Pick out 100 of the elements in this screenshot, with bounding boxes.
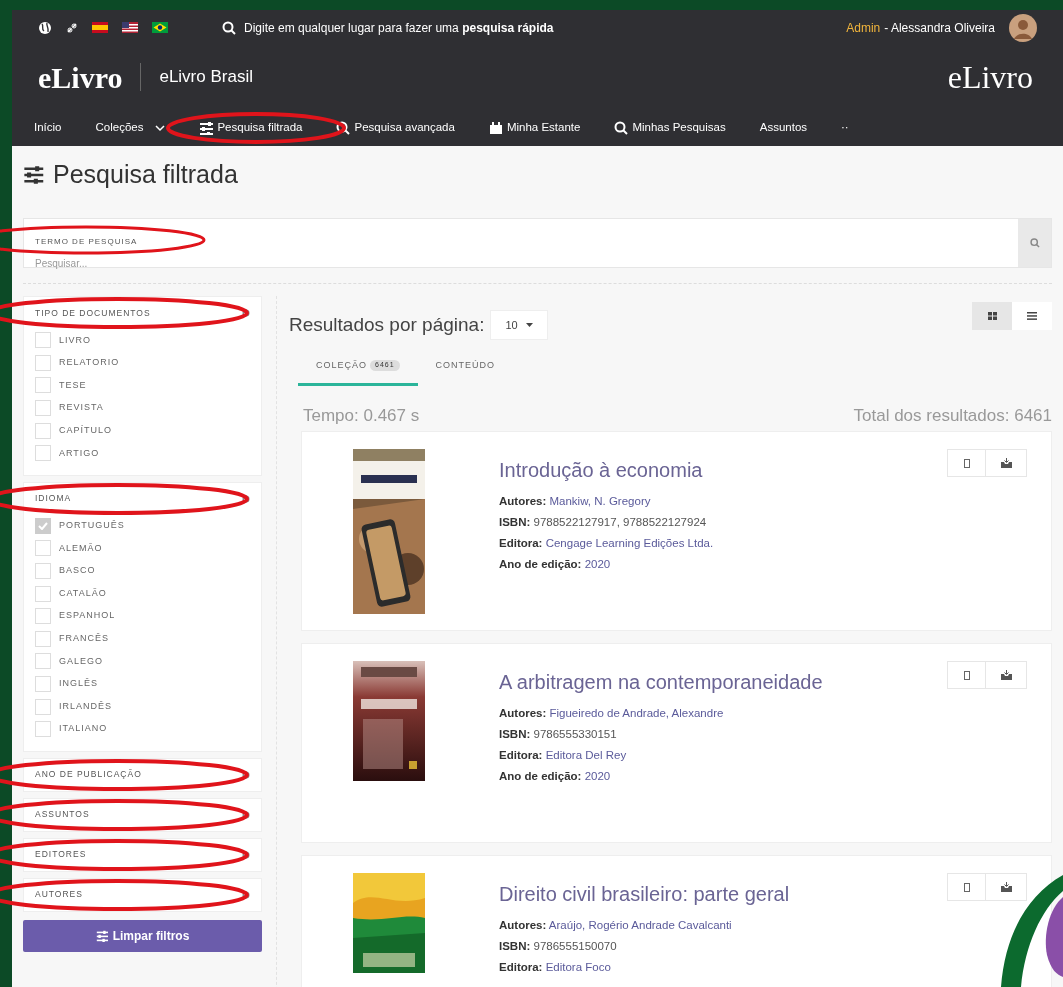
clear-filters-button[interactable]: Limpar filtros: [23, 919, 262, 952]
book-field: Autores: Mankiw, N. Gregory: [499, 491, 947, 512]
book-field: ISBN: 9786555150070: [499, 936, 947, 957]
inbox-icon: [1000, 882, 1012, 892]
option-label: IRLANDÊS: [59, 699, 112, 713]
option-label: REVISTA: [59, 401, 104, 415]
filter-title[interactable]: IDIOMA: [35, 492, 72, 505]
checkbox[interactable]: [35, 698, 51, 715]
globe-icon: [38, 20, 52, 35]
nav-link[interactable]: Início: [34, 118, 62, 137]
book-field: ISBN: 9788522127917, 9788522127924: [499, 512, 947, 533]
checkbox[interactable]: [35, 400, 51, 417]
list-icon: [1027, 312, 1037, 320]
check-icon: [38, 521, 48, 530]
checkbox[interactable]: [35, 445, 51, 462]
results-total: Total dos resultados: 6461: [853, 404, 1052, 427]
filter-title[interactable]: AUTORES: [35, 888, 83, 901]
option-label: LIVRO: [59, 333, 91, 347]
option-label: ARTIGO: [59, 446, 100, 460]
site-logo[interactable]: eLivro: [38, 54, 123, 100]
checkbox[interactable]: [35, 354, 51, 371]
spain-flag-icon: [92, 22, 108, 33]
option-label: ESPANHOL: [59, 609, 116, 623]
chevron-down-icon: [155, 123, 166, 132]
filter-title[interactable]: EDITORES: [35, 848, 87, 861]
option-label: CATALÃO: [59, 586, 107, 600]
book-field: Autores: Figueiredo de Andrade, Alexandre: [499, 703, 947, 724]
per-page-dropdown[interactable]: 10: [490, 310, 548, 340]
checkbox[interactable]: [35, 377, 51, 394]
option-label: RELATORIO: [59, 356, 120, 370]
book-field: Editora: Cengage Learning Edições Ltda.: [499, 533, 947, 554]
nav-link[interactable]: Minhas Pesquisas: [614, 118, 726, 137]
sliders-icon: [95, 929, 109, 942]
option-label: GALEGO: [59, 654, 103, 668]
checkbox[interactable]: [35, 721, 51, 738]
caret-icon: [525, 323, 533, 327]
book-field: ISBN: 9786555330151: [499, 724, 947, 745]
checkbox[interactable]: [35, 332, 51, 349]
book-field: Ano de edição: 2020: [499, 554, 947, 575]
grid-icon: [987, 312, 997, 320]
book-field: Ano de edição: 2020: [499, 766, 947, 787]
option-label: BASCO: [59, 564, 96, 578]
user-name[interactable]: - Alessandra Oliveira: [884, 18, 995, 37]
search-icon: [222, 20, 236, 35]
link-icon: [66, 21, 78, 34]
tablet-icon: [963, 458, 970, 468]
checkbox[interactable]: [35, 422, 51, 439]
nav-link[interactable]: Pesquisa avançada: [336, 118, 455, 137]
list-view-button[interactable]: [1012, 302, 1052, 330]
nav-link[interactable]: Assuntos: [759, 118, 808, 137]
sliders-icon: [199, 120, 214, 135]
tablet-icon: [963, 670, 970, 680]
checkbox[interactable]: [35, 653, 51, 670]
nav-link[interactable]: Coleções: [95, 118, 166, 137]
checkbox[interactable]: [35, 563, 51, 580]
search-icon: [336, 120, 351, 135]
shelf-icon: [488, 120, 503, 135]
checkbox[interactable]: [35, 540, 51, 557]
grid-view-button[interactable]: [972, 302, 1012, 330]
inbox-icon: [1000, 670, 1012, 680]
search-button[interactable]: [1018, 219, 1051, 267]
checkbox[interactable]: [35, 608, 51, 625]
option-label: INGLÊS: [59, 677, 98, 691]
option-label: FRANCÊS: [59, 632, 109, 646]
book-title[interactable]: A arbitragem na contemporaneidade: [499, 667, 947, 697]
book-field: Autores: Araújo, Rogério Andrade Cavalcanti: [499, 915, 947, 936]
search-icon: [614, 120, 629, 135]
inbox-icon: [1000, 458, 1012, 468]
book-field: Editora: Editora Foco: [499, 957, 947, 978]
brand-logo: eLivro: [947, 58, 1033, 97]
filter-title[interactable]: ANO DE PUBLICAÇÃO: [35, 768, 142, 781]
book-title[interactable]: Direito civil brasileiro: parte geral: [499, 879, 947, 909]
option-label: TESE: [59, 378, 87, 392]
page-title: Pesquisa filtrada: [53, 159, 238, 191]
filter-title[interactable]: ASSUNTOS: [35, 808, 90, 821]
nav-link[interactable]: Minha Estante: [488, 118, 581, 137]
avatar-icon: [1009, 13, 1037, 42]
checkbox[interactable]: [35, 630, 51, 647]
site-name: eLivro Brasil: [159, 66, 253, 89]
checkbox[interactable]: [35, 585, 51, 602]
option-label: PORTUGUÊS: [59, 519, 125, 533]
search-icon: [1029, 238, 1040, 248]
tab[interactable]: CONTEÚDO: [417, 348, 514, 386]
checkbox[interactable]: [35, 517, 51, 534]
search-field[interactable]: TERMO DE PESQUISA Pesquisar...: [23, 218, 1052, 268]
option-label: ALEMÃO: [59, 541, 103, 555]
results-per-page-label: Resultados por página:: [289, 312, 485, 337]
field-label: TERMO DE PESQUISA: [35, 236, 138, 248]
search-time: Tempo: 0.467 s: [303, 404, 420, 427]
usa-flag-icon: [122, 22, 138, 33]
search-hint[interactable]: Digite em qualquer lugar para fazer uma pesquisa rápida: [244, 18, 554, 37]
option-label: CAPÍTULO: [59, 423, 112, 437]
brazil-flag-icon: [152, 22, 168, 33]
search-input[interactable]: Pesquisar...: [35, 256, 1007, 271]
checkbox[interactable]: [35, 676, 51, 692]
book-title[interactable]: Introdução à economia: [499, 455, 947, 485]
nav-link[interactable]: ··: [841, 118, 849, 137]
sliders-icon: [23, 165, 45, 185]
option-label: ITALIANO: [59, 722, 108, 736]
user-role: Admin: [846, 19, 881, 37]
